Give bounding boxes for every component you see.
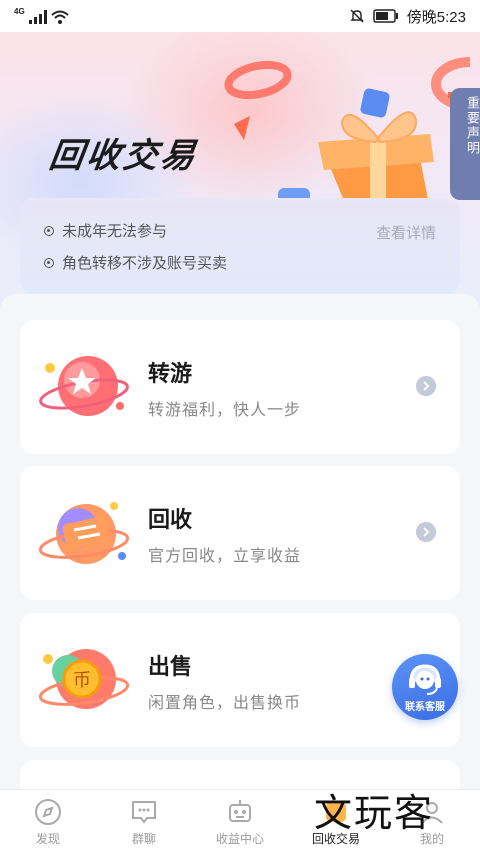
notice-text: 未成年无法参与 [62,223,168,240]
compass-icon [35,799,61,825]
tab-group-chat[interactable]: 群聊 [96,790,192,853]
recycle-card[interactable]: 回收 官方回收，立享收益 [20,466,460,600]
card-subtitle: 转游福利，快人一步 [148,402,302,419]
notice-card: 未成年无法参与 角色转移不涉及账号买卖 查看详情 [20,198,460,294]
tab-label: 发现 [35,832,60,846]
headset-icon [409,664,441,695]
tab-discover[interactable]: 发现 [0,790,96,853]
notice-line: 角色转移不涉及账号买卖 [44,252,227,273]
card-title: 出售 [148,654,193,679]
tab-label: 收益中心 [215,832,264,846]
transfer-game-card[interactable]: 转游 转游福利，快人一步 [20,320,460,454]
contact-service-label: 联系客服 [405,702,445,713]
chevron-right-icon[interactable] [416,376,436,396]
card-title: 转游 [148,361,193,386]
robot-icon [229,800,251,822]
card-subtitle: 官方回收，立享收益 [148,548,302,565]
notice-line: 未成年无法参与 [44,220,167,241]
chat-icon [132,801,156,824]
page-title: 回收交易 [46,137,201,175]
bullet-icon [44,257,54,268]
signal-icon [28,10,47,24]
coin-label: 币 [73,670,91,691]
card-subtitle: 闲置角色，出售换币 [148,695,302,712]
chevron-right-icon[interactable] [416,522,436,542]
notice-text: 角色转移不涉及账号买卖 [62,255,228,272]
watermark: 文玩客 [314,791,435,835]
tab-label: 群聊 [131,832,156,846]
clock: 傍晚5:23 [406,8,466,26]
tab-earnings-center[interactable]: 收益中心 [192,790,288,853]
view-details-link[interactable]: 查看详情 [376,222,436,243]
contact-service-button[interactable]: 联系客服 [392,654,458,720]
status-left: 4G [14,8,69,24]
battery-icon [373,9,398,23]
network-type: 4G [14,7,25,16]
bullet-icon [44,225,54,236]
card-title: 回收 [148,507,193,532]
exchange-planet-icon [38,502,130,564]
mute-bell-icon [350,9,364,23]
important-notice-button[interactable]: 重要声明 [450,88,480,200]
wifi-icon [51,10,69,24]
status-right: 傍晚5:23 [349,6,466,27]
status-bar: 4G 傍晚5:23 [0,0,480,32]
star-planet-icon [39,356,129,416]
coin-planet-icon: 币 [38,649,130,709]
